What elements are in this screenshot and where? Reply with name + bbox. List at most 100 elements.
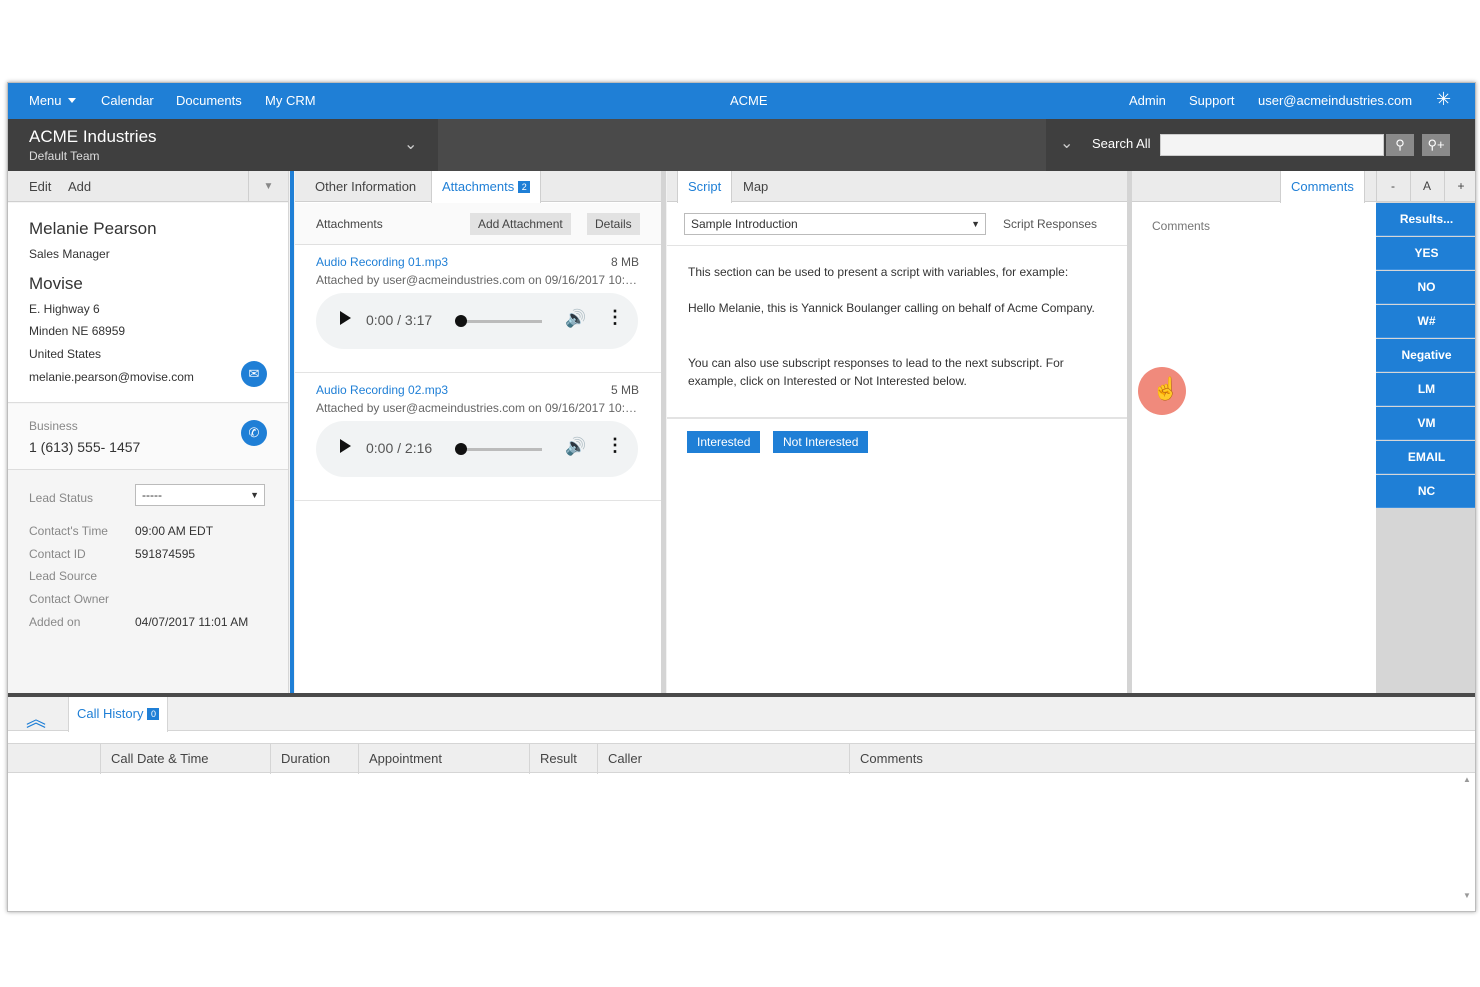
search-icon[interactable]: ⚲ [1386,134,1414,156]
result-button-vm[interactable]: VM [1376,407,1475,440]
cursor-highlight: ☝ [1138,367,1186,415]
tab-map[interactable]: Map [733,171,778,202]
audio-progress-track[interactable] [460,448,542,451]
comments-panel: Comments [1132,171,1376,693]
tab-script[interactable]: Script [677,171,733,203]
column-header[interactable]: Appointment [358,744,529,774]
add-attachment-button[interactable]: Add Attachment [470,213,571,235]
script-paragraph: Hello Melanie, this is Yannick Boulanger… [688,301,1095,315]
tab-comments[interactable]: Comments [1280,171,1365,203]
advanced-search-icon[interactable]: ⚲+ [1422,134,1450,156]
attachment-meta: Attached by user@acmeindustries.com on 0… [316,401,642,415]
play-icon[interactable] [340,439,351,453]
nav-my-crm[interactable]: My CRM [265,93,316,108]
script-paragraph: You can also use subscript responses to … [688,356,1064,388]
audio-progress-handle[interactable] [455,443,467,455]
attachment-size: 8 MB [610,255,639,269]
detail-label: Contact ID [29,547,86,561]
decrease-font-button[interactable]: - [1376,171,1409,202]
tab-attachments[interactable]: Attachments 2 [431,171,542,203]
column-header[interactable]: Result [529,744,597,774]
phone-card: Business 1 (613) 555- 1457 ✆ [8,404,288,470]
contact-company: Movise [29,274,83,293]
interested-button[interactable]: Interested [687,431,761,453]
email-icon[interactable]: ✉ [241,361,267,387]
nav-admin[interactable]: Admin [1129,93,1166,108]
chevron-down-icon[interactable]: ▼ [248,171,288,202]
audio-time: 0:00 / 2:16 [366,440,433,456]
not-interested-button[interactable]: Not Interested [773,431,869,453]
tab-other-information[interactable]: Other Information [305,171,426,202]
more-options-icon[interactable]: ⋮ [606,307,624,328]
menu-dropdown[interactable]: Menu [29,93,76,108]
list-item: Audio Recording 02.mp3 5 MB Attached by … [295,373,661,501]
result-button-wrong-number[interactable]: W# [1376,305,1475,338]
lead-status-select[interactable]: ----- ▼ [135,484,265,506]
panel-resize-handle[interactable] [661,171,666,693]
result-button-results[interactable]: Results... [1376,203,1475,236]
detail-label: Contact Owner [29,592,110,606]
chevron-down-icon: ▼ [250,490,259,500]
search-input[interactable] [1160,134,1384,156]
tab-call-history[interactable]: Call History 0 [68,697,169,732]
scroll-down-icon[interactable]: ▼ [1463,891,1471,900]
volume-icon[interactable]: 🔊 [565,437,586,457]
phone-number[interactable]: 1 (613) 555- 1457 [29,439,140,455]
column-header[interactable]: Duration [270,744,358,774]
nav-calendar[interactable]: Calendar [101,93,154,108]
add-button[interactable]: Add [58,171,101,202]
more-options-icon[interactable]: ⋮ [606,435,624,456]
audio-time: 0:00 / 3:17 [366,312,433,328]
attachment-meta: Attached by user@acmeindustries.com on 0… [316,273,642,287]
script-select[interactable]: Sample Introduction ▼ [684,213,986,235]
results-toolbar: - A + [1376,171,1475,202]
column-header[interactable]: Call Date & Time [100,744,270,774]
attachment-name[interactable]: Audio Recording 01.mp3 [316,255,448,269]
company-selector[interactable]: ACME Industries Default Team ⌄ [8,119,438,171]
script-paragraph: This section can be used to present a sc… [688,265,1069,279]
nav-documents[interactable]: Documents [176,93,242,108]
volume-icon[interactable]: 🔊 [565,309,586,329]
result-button-lm[interactable]: LM [1376,373,1475,406]
result-button-negative[interactable]: Negative [1376,339,1475,372]
column-header[interactable]: Caller [597,744,849,774]
increase-font-button[interactable]: + [1444,171,1475,202]
attachment-name[interactable]: Audio Recording 02.mp3 [316,383,448,397]
search-all-label[interactable]: Search All [1092,136,1151,151]
result-button-yes[interactable]: YES [1376,237,1475,270]
scroll-up-icon[interactable]: ▲ [1463,775,1471,784]
running-man-icon[interactable]: ✳ [1436,89,1451,110]
font-size-button[interactable]: A [1410,171,1443,202]
attachments-tabbar: Other Information Attachments 2 [295,171,661,203]
company-name: ACME Industries [29,127,157,146]
call-history-panel: ︽ Call History 0 Call Date & Time Duratio… [8,697,1475,911]
divider [667,417,1127,419]
phone-icon[interactable]: ✆ [241,420,267,446]
details-button[interactable]: Details [587,213,640,235]
chevron-down-icon[interactable]: ⌄ [1060,133,1073,153]
result-button-no[interactable]: NO [1376,271,1475,304]
nav-support[interactable]: Support [1189,93,1235,108]
edit-button[interactable]: Edit [19,171,61,202]
phone-type-label: Business [29,419,78,433]
attachment-size: 5 MB [610,383,639,397]
script-responses-link[interactable]: Script Responses [1003,217,1097,231]
user-account-link[interactable]: user@acmeindustries.com [1258,93,1412,108]
collapse-icon[interactable]: ︽ [26,703,46,732]
column-header[interactable]: Comments [849,744,1469,774]
result-button-nc[interactable]: NC [1376,475,1475,508]
menu-label: Menu [29,93,62,108]
detail-value: 591874595 [135,547,196,561]
play-icon[interactable] [340,311,351,325]
comments-textarea[interactable] [1142,211,1370,681]
panel-resize-handle[interactable] [290,171,294,693]
detail-label: Added on [29,615,81,629]
audio-progress-handle[interactable] [455,315,467,327]
scrollbar[interactable]: ▲ ▼ [1461,775,1473,905]
result-button-email[interactable]: EMAIL [1376,441,1475,474]
address-country: United States [29,347,102,361]
chevron-down-icon[interactable]: ⌄ [404,134,417,154]
contact-email[interactable]: melanie.pearson@movise.com [29,370,194,384]
top-navigation: Menu Calendar Documents My CRM ACME Admi… [8,83,1475,119]
audio-progress-track[interactable] [460,320,542,323]
